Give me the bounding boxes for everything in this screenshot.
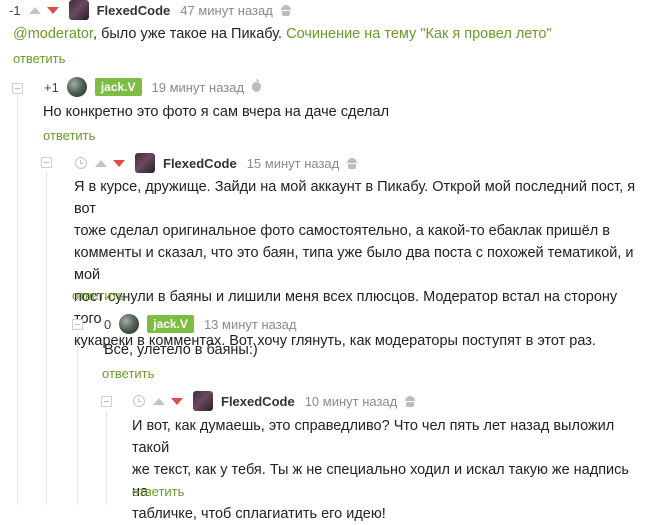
comment-line: тоже сделал оригинальное фото самостояте… [74, 223, 610, 239]
arrow-down-icon[interactable] [113, 159, 125, 167]
comment-line: же текст, как у тебя. Ты ж не специально… [132, 462, 629, 500]
android-icon [347, 157, 358, 169]
reply-button[interactable]: ответить [43, 128, 95, 143]
comment-rating: +1 [44, 79, 59, 95]
comment-line: Я в курсе, дружище. Зайди на мой аккаунт… [74, 179, 636, 217]
avatar[interactable] [66, 77, 87, 97]
comment-line: И вот, как думаешь, это справедливо? Что… [132, 418, 615, 456]
avatar[interactable] [119, 314, 140, 334]
comment-time[interactable]: 15 минут назад [247, 156, 340, 171]
comment-header: 0 jack.V 13 минут назад [104, 314, 305, 334]
minus-square-icon[interactable] [72, 319, 83, 330]
arrow-up-icon[interactable] [95, 159, 107, 167]
minus-square-icon[interactable] [12, 83, 23, 94]
comment-rating: -1 [9, 2, 21, 18]
thread-line-1 [17, 92, 18, 505]
comment-author[interactable]: jack.V [147, 315, 194, 333]
thread-line-2 [46, 172, 47, 505]
clock-icon [75, 157, 87, 169]
reply-button[interactable]: ответить [13, 51, 65, 66]
minus-square-icon[interactable] [41, 157, 52, 168]
comment-header: +1 jack.V 19 минут назад [44, 77, 262, 97]
thread-line-3 [77, 334, 78, 505]
arrow-down-icon[interactable] [171, 397, 183, 405]
comment-time[interactable]: 13 минут назад [204, 317, 297, 332]
arrow-up-icon[interactable] [153, 397, 165, 405]
comment-text-body: , было уже такое на Пикабу. [93, 26, 287, 42]
comment-author[interactable]: FlexedCode [221, 394, 295, 409]
comment-header: -1 FlexedCode 47 минут назад [9, 0, 291, 20]
comment-text: И вот, как думаешь, это справедливо? Что… [132, 415, 637, 525]
clock-icon [133, 395, 145, 407]
android-icon [280, 4, 291, 16]
minus-square-icon[interactable] [101, 396, 112, 407]
comment-header: FlexedCode 10 минут назад [133, 391, 416, 411]
mention-link[interactable]: @moderator [13, 26, 93, 42]
comment-rating: 0 [104, 316, 112, 332]
avatar[interactable] [193, 391, 213, 411]
comment-time[interactable]: 19 минут назад [152, 80, 245, 95]
arrow-up-icon[interactable] [28, 6, 41, 14]
comment-line: комменты и сказал, что это баян, типа уж… [74, 245, 634, 283]
apple-icon [252, 79, 262, 92]
reply-button[interactable]: ответить [102, 366, 154, 381]
comment-text: Всё, улетело в баяны:) [104, 342, 258, 358]
comment-text: @moderator, было уже такое на Пикабу. Со… [13, 23, 633, 45]
comment-header: FlexedCode 15 минут назад [75, 153, 358, 173]
android-icon [405, 395, 416, 407]
reply-button[interactable]: ответить [132, 484, 184, 499]
post-link[interactable]: Сочинение на тему "Как я провел лето" [286, 26, 551, 42]
comment-line: табличке, чтоб сплагиатить его идею! [132, 506, 386, 522]
avatar[interactable] [68, 0, 89, 20]
comment-author[interactable]: jack.V [94, 78, 142, 96]
arrow-down-icon[interactable] [46, 6, 59, 14]
comment-time[interactable]: 10 минут назад [305, 394, 398, 409]
thread-line-4 [106, 410, 107, 505]
comment-author[interactable]: FlexedCode [97, 3, 171, 18]
avatar[interactable] [135, 153, 155, 173]
reply-button[interactable]: ответить [72, 288, 124, 303]
comment-author[interactable]: FlexedCode [163, 156, 237, 171]
comment-text: Но конкретно это фото я сам вчера на дач… [43, 104, 390, 120]
comment-time[interactable]: 47 минут назад [180, 3, 273, 18]
